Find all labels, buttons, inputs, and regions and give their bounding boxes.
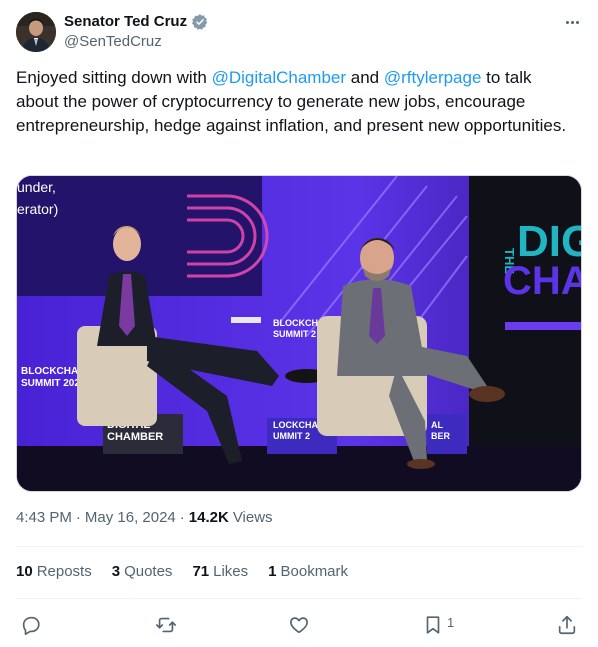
mention-digitalchamber-link[interactable]: @DigitalChamber [212, 68, 346, 87]
meta-separator: · [179, 509, 185, 526]
stage-text-under: under, [17, 179, 56, 195]
mention-rftylerpage-link[interactable]: @rftylerpage [384, 68, 482, 87]
stage-blockchain-left-1: BLOCKCHAI [21, 366, 81, 377]
tweet-text: Enjoyed sitting down with @DigitalChambe… [16, 66, 576, 138]
views-count: 14.2K [188, 509, 229, 526]
likes-count: 71 [192, 563, 210, 580]
divider [16, 598, 582, 599]
repost-icon[interactable] [151, 610, 181, 640]
divider [16, 546, 582, 547]
engagement-stats: 10 Reposts 3 Quotes 71 Likes 1 Bookmark [16, 562, 348, 582]
author-name[interactable]: Senator Ted Cruz [64, 12, 187, 32]
author-name-row: Senator Ted Cruz [64, 12, 209, 32]
likes-stat[interactable]: 71 Likes [192, 562, 248, 582]
action-bar: 1 [16, 610, 582, 640]
meta-separator: · [75, 509, 81, 526]
quotes-count: 3 [111, 563, 121, 580]
stage-blockchain-center-2: SUMMIT 2 [273, 329, 316, 339]
stage-blockchain-left-2: SUMMIT 2024 [21, 378, 86, 389]
bookmark-icon[interactable] [418, 610, 448, 640]
share-icon[interactable] [552, 610, 582, 640]
bookmarks-stat[interactable]: 1 Bookmark [268, 562, 348, 582]
stage-photo: THE DIG CHA under, erator) BLOCKCHAI SUM… [17, 176, 582, 491]
tweet-text-part: and [346, 68, 384, 87]
stage-blockchain-center-1: BLOCKCH [273, 318, 318, 328]
reposts-count: 10 [16, 563, 33, 580]
tweet-time[interactable]: 4:43 PM [16, 508, 72, 528]
tweet-photo[interactable]: THE DIG CHA under, erator) BLOCKCHAI SUM… [16, 175, 582, 492]
author-avatar[interactable] [16, 12, 56, 52]
reply-icon[interactable] [16, 610, 46, 640]
stage-text-erator: erator) [17, 201, 58, 217]
author-handle[interactable]: @SenTedCruz [64, 32, 162, 52]
tweet-text-part: Enjoyed sitting down with [16, 68, 212, 87]
tweet: Senator Ted Cruz @SenTedCruz Enjoyed sit… [0, 0, 598, 647]
reposts-label: Reposts [36, 563, 92, 580]
tweet-date[interactable]: May 16, 2024 [85, 508, 176, 528]
podium-right-2: BER [431, 431, 451, 441]
podium-center-1: LOCKCHAI [273, 420, 321, 430]
podium-right-1: AL [431, 420, 443, 430]
verified-badge-icon [191, 13, 209, 31]
views-label: Views [232, 509, 273, 526]
quotes-stat[interactable]: 3 Quotes [112, 562, 173, 582]
bookmarks-count: 1 [268, 563, 277, 580]
bookmarks-label: Bookmark [280, 563, 349, 580]
tweet-meta: 4:43 PM · May 16, 2024 · 14.2K Views [16, 508, 273, 528]
bookmark-count: 1 [447, 615, 455, 630]
podium-center-2: UMMIT 2 [273, 431, 310, 441]
quotes-label: Quotes [124, 563, 173, 580]
more-options-icon[interactable] [560, 12, 584, 32]
like-icon[interactable] [284, 610, 314, 640]
likes-label: Likes [213, 563, 249, 580]
reposts-stat[interactable]: 10 Reposts [16, 562, 92, 582]
screen-cha-text: CHA [503, 259, 582, 303]
podium-digital-2: CHAMBER [107, 431, 163, 443]
